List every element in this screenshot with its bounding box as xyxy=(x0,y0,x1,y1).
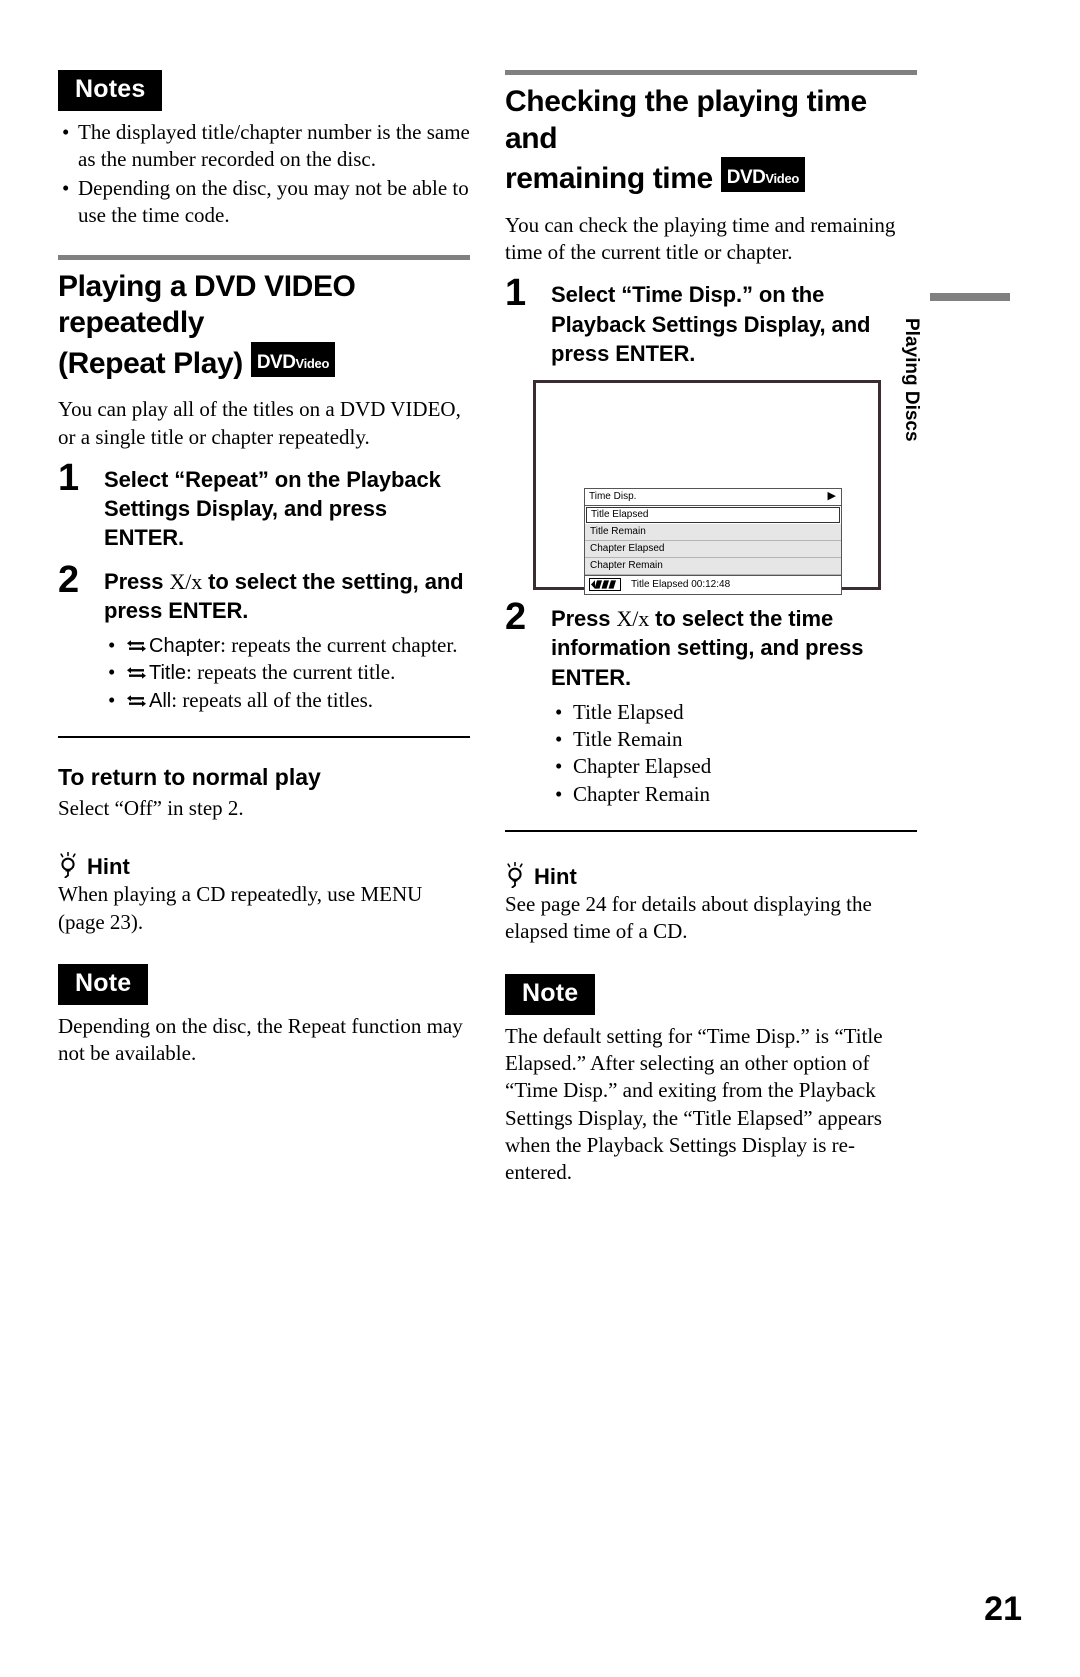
hint-label: Hint xyxy=(534,864,577,890)
step-text-a: Press xyxy=(551,606,617,632)
key-labels: X/x xyxy=(616,606,650,632)
section-heading-line2: (Repeat Play) xyxy=(58,346,243,380)
hint-label: Hint xyxy=(87,854,130,880)
step-2-options: Title Elapsed Title Remain Chapter Elaps… xyxy=(551,699,917,808)
dvd-logo-part1: DVD xyxy=(726,167,766,189)
option-term: Title xyxy=(149,662,187,685)
step-text-a: Press xyxy=(104,568,170,594)
step-number: 2 xyxy=(58,558,80,601)
option-term: All xyxy=(149,689,172,712)
note-badge-wrap: Note xyxy=(505,973,917,1015)
section-heading-line1: Checking the playing time and xyxy=(505,85,867,155)
subsection-body: Select “Off” in step 2. xyxy=(58,796,244,821)
osd-option-row[interactable]: Title Remain xyxy=(585,524,841,542)
option-desc: : repeats all of the titles. xyxy=(171,687,374,712)
section-rule xyxy=(505,70,917,75)
list-item: The displayed title/chapter number is th… xyxy=(58,119,470,173)
play-arrow-icon: ▶ xyxy=(827,490,836,503)
lightbulb-icon xyxy=(58,852,78,879)
step-text: Press X/x to select the setting, and pre… xyxy=(104,567,470,626)
list-item: Chapter Elapsed xyxy=(551,753,917,781)
step-text: Press X/x to select the time information… xyxy=(551,604,917,692)
right-column: Checking the playing time and remaining … xyxy=(505,70,917,1186)
note-badge: Note xyxy=(505,973,596,1015)
osd-option-row[interactable]: Title Elapsed xyxy=(586,507,840,524)
repeat-icon xyxy=(126,688,147,707)
section-heading-line1: Playing a DVD VIDEO repeatedly xyxy=(58,269,356,340)
step-2-options: Chapter: repeats the current chapter. Ti… xyxy=(104,632,470,714)
manual-page: Notes The displayed title/chapter number… xyxy=(0,0,1080,1677)
osd-title-bar: Time Disp. ▶ xyxy=(585,489,841,507)
osd-option-row[interactable]: Chapter Elapsed xyxy=(585,541,841,559)
osd-option-row[interactable]: Chapter Remain xyxy=(585,558,841,576)
section-intro: You can check the playing time and remai… xyxy=(505,212,896,265)
page-title: Playing a DVD VIDEO repeatedly (Repeat P… xyxy=(58,269,470,383)
repeat-icon xyxy=(126,660,147,680)
dvd-logo-part1: DVD xyxy=(256,351,296,373)
note-body: Depending on the disc, the Repeat functi… xyxy=(58,1013,463,1066)
note-body: The default setting for “Time Disp.” is … xyxy=(505,1023,883,1185)
tv-screen-illustration: Time Disp. ▶ Title Elapsed Title Remain … xyxy=(533,380,881,596)
step-1: 1 Select “Repeat” on the Playback Settin… xyxy=(58,459,470,553)
dvd-video-logo: DVDVideo xyxy=(250,341,336,377)
step-2: 2 Press X/x to select the time informati… xyxy=(505,598,917,808)
side-tab-label: Playing Discs xyxy=(901,318,922,442)
page-number: 21 xyxy=(984,1590,1022,1628)
dvd-video-logo: DVDVideo xyxy=(720,157,806,193)
step-1: 1 Select “Time Disp.” on the Playback Se… xyxy=(505,274,917,368)
hint-header: Hint xyxy=(505,862,917,890)
repeat-icon xyxy=(126,633,147,652)
note-badge-wrap: Note xyxy=(58,963,470,1005)
step-text: Select “Repeat” on the Playback Settings… xyxy=(104,466,441,551)
osd-title-label: Time Disp. xyxy=(589,491,637,503)
key-labels: X/x xyxy=(169,568,203,594)
lightbulb-icon xyxy=(505,862,525,889)
list-item: Title Elapsed xyxy=(551,699,917,727)
osd-panel: Time Disp. ▶ Title Elapsed Title Remain … xyxy=(584,488,842,596)
note-badge: Note xyxy=(58,963,149,1005)
dvd-logo-part2: Video xyxy=(765,171,800,187)
section-rule xyxy=(58,254,470,260)
section-heading-line2: remaining time xyxy=(505,162,713,196)
list-item: Chapter: repeats the current chapter. xyxy=(104,632,470,660)
step-number: 1 xyxy=(58,456,80,499)
hint-header: Hint xyxy=(58,852,470,880)
disc-indicator-icon xyxy=(589,578,621,592)
left-column: Notes The displayed title/chapter number… xyxy=(58,70,470,1068)
osd-status-bar: Title Elapsed 00:12:48 xyxy=(585,575,841,595)
section-heading: Checking the playing time and remaining … xyxy=(505,84,917,198)
notes-list: The displayed title/chapter number is th… xyxy=(58,119,470,229)
list-item: Title Remain xyxy=(551,726,917,754)
option-desc: : repeats the current chapter. xyxy=(220,633,458,658)
step-number: 2 xyxy=(505,596,527,639)
notes-badge: Notes xyxy=(58,70,163,111)
divider xyxy=(505,830,917,833)
hint-body: When playing a CD repeatedly, use MENU (… xyxy=(58,882,423,934)
divider xyxy=(58,736,470,739)
subsection-heading: To return to normal play xyxy=(58,764,321,791)
side-tab-marker xyxy=(930,293,1010,301)
list-item: Depending on the disc, you may not be ab… xyxy=(58,175,470,229)
option-term: Chapter xyxy=(149,635,221,658)
section-intro: You can play all of the titles on a DVD … xyxy=(58,397,461,449)
list-item: All: repeats all of the titles. xyxy=(104,687,470,715)
step-2: 2 Press X/x to select the setting, and p… xyxy=(58,561,470,715)
list-item: Chapter Remain xyxy=(551,781,917,809)
step-number: 1 xyxy=(505,272,527,315)
step-text: Select “Time Disp.” on the Playback Sett… xyxy=(551,282,871,366)
list-item: Title: repeats the current title. xyxy=(104,659,470,687)
dvd-logo-part2: Video xyxy=(295,355,330,371)
osd-status-text: Title Elapsed 00:12:48 xyxy=(631,579,731,591)
option-desc: : repeats the current title. xyxy=(186,660,396,685)
hint-body: See page 24 for details about displaying… xyxy=(505,892,872,944)
